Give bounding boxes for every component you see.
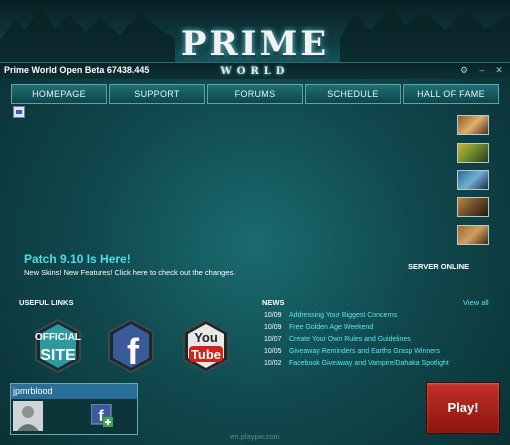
useful-links-heading: USEFUL LINKS bbox=[19, 298, 74, 307]
official-site-icon: OFFICIAL SITE bbox=[35, 318, 81, 374]
tab-schedule[interactable]: SCHEDULE bbox=[305, 84, 401, 104]
hero-thumbnail-2[interactable] bbox=[457, 143, 489, 163]
news-date: 10/07 bbox=[264, 336, 282, 343]
facebook-connect-button[interactable]: f bbox=[90, 403, 113, 428]
launcher-window: PRIME WORLD Prime World Open Beta 67438.… bbox=[0, 0, 510, 445]
news-title[interactable]: Facebook Giveaway and Vampire/Dahaka Spo… bbox=[289, 360, 449, 367]
official-site-label-2: SITE bbox=[40, 347, 76, 364]
hero-thumbnail-5[interactable] bbox=[457, 225, 489, 245]
news-date: 10/02 bbox=[264, 360, 282, 367]
news-heading: NEWS bbox=[262, 298, 285, 307]
news-item[interactable]: 10/07 Create Your Own Rules and Guideline… bbox=[264, 336, 411, 343]
facebook-icon: f bbox=[108, 318, 154, 374]
footer-url[interactable]: en.playpw.com bbox=[0, 432, 510, 441]
official-site-link[interactable]: OFFICIAL SITE bbox=[30, 318, 86, 374]
facebook-glyph: f bbox=[127, 331, 140, 372]
tab-hall-of-fame[interactable]: HALL OF FAME bbox=[403, 84, 499, 104]
play-button[interactable]: Play! bbox=[426, 382, 500, 434]
username: jpmrblood bbox=[11, 384, 137, 399]
news-title[interactable]: Create Your Own Rules and Guidelines bbox=[289, 336, 411, 343]
tab-support[interactable]: SUPPORT bbox=[109, 84, 205, 104]
news-date: 10/09 bbox=[264, 312, 282, 319]
news-title[interactable]: Free Golden Age Weekend bbox=[289, 324, 373, 331]
prime-world-logo: PRIME bbox=[180, 24, 330, 62]
news-title[interactable]: Addressing Your Biggest Concerns bbox=[289, 312, 397, 319]
news-item[interactable]: 10/02 Facebook Giveaway and Vampire/Dahak… bbox=[264, 360, 449, 367]
facebook-link[interactable]: f bbox=[103, 318, 159, 374]
patch-description[interactable]: New Skins! New Features! Click here to c… bbox=[24, 268, 235, 277]
news-item[interactable]: 10/09 Addressing Your Biggest Concerns bbox=[264, 312, 397, 319]
avatar[interactable] bbox=[13, 401, 43, 431]
news-date: 10/09 bbox=[264, 324, 282, 331]
news-item[interactable]: 10/05 Giveaway Reminders and Earths Grasp… bbox=[264, 348, 440, 355]
header-banner: PRIME bbox=[0, 0, 510, 62]
youtube-icon: You Tube bbox=[183, 318, 229, 374]
patch-headline[interactable]: Patch 9.10 Is Here! bbox=[24, 252, 131, 266]
news-title[interactable]: Giveaway Reminders and Earths Grasp Winn… bbox=[289, 348, 440, 355]
hero-thumbnail-3[interactable] bbox=[457, 170, 489, 190]
hero-thumbnail-1[interactable] bbox=[457, 115, 489, 135]
tab-homepage[interactable]: HOMEPAGE bbox=[11, 84, 107, 104]
calendar-icon[interactable] bbox=[13, 106, 25, 118]
news-item[interactable]: 10/09 Free Golden Age Weekend bbox=[264, 324, 373, 331]
facebook-add-icon: f bbox=[90, 403, 113, 427]
user-panel: jpmrblood f bbox=[10, 383, 138, 435]
tab-forums[interactable]: FORUMS bbox=[207, 84, 303, 104]
official-site-label-1: OFFICIAL bbox=[35, 332, 81, 343]
main-nav: HOMEPAGE SUPPORT FORUMS SCHEDULE HALL OF… bbox=[11, 84, 499, 104]
avatar-icon bbox=[13, 401, 43, 431]
server-status: SERVER ONLINE bbox=[408, 262, 470, 271]
youtube-label-2: Tube bbox=[191, 347, 221, 362]
youtube-link[interactable]: You Tube bbox=[178, 318, 234, 374]
news-date: 10/05 bbox=[264, 348, 282, 355]
youtube-label-1: You bbox=[194, 330, 218, 345]
hero-thumbnail-4[interactable] bbox=[457, 197, 489, 217]
logo-subtitle: WORLD bbox=[220, 66, 290, 77]
view-all-link[interactable]: View all bbox=[463, 298, 489, 307]
